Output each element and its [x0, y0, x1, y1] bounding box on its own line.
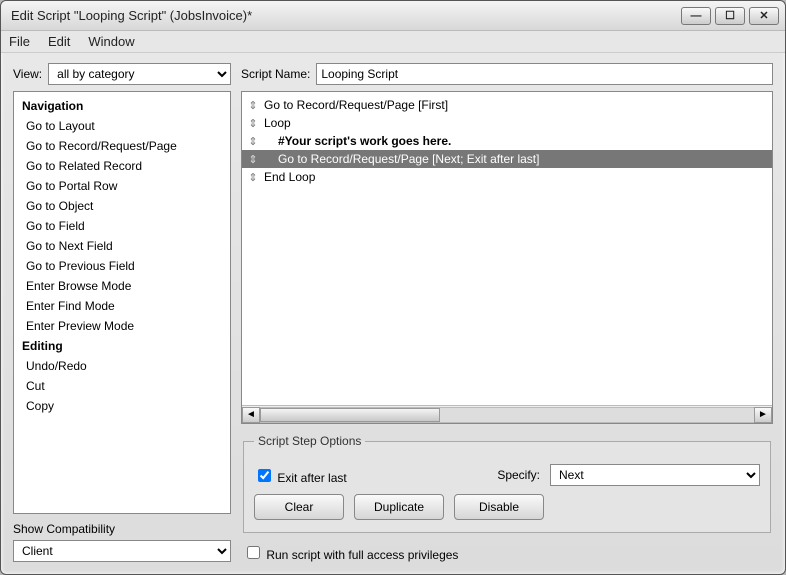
view-row: View: all by category: [13, 63, 231, 85]
drag-grip-icon[interactable]: ⇕: [248, 99, 258, 112]
compat-select[interactable]: Client: [13, 540, 231, 562]
catalog-item[interactable]: Cut: [16, 376, 228, 396]
disable-button[interactable]: Disable: [454, 494, 544, 520]
left-column: View: all by category NavigationGo to La…: [13, 63, 231, 562]
close-icon: ✕: [759, 9, 768, 22]
catalog-item[interactable]: Copy: [16, 396, 228, 416]
exit-after-last-label-wrap[interactable]: Exit after last: [254, 466, 347, 485]
catalog-item[interactable]: Go to Previous Field: [16, 256, 228, 276]
catalog-item[interactable]: Go to Portal Row: [16, 176, 228, 196]
drag-grip-icon[interactable]: ⇕: [248, 135, 258, 148]
scroll-thumb[interactable]: [260, 408, 440, 422]
script-step-text: Go to Record/Request/Page [First]: [264, 98, 448, 112]
scroll-track[interactable]: [260, 407, 754, 423]
full-access-label: Run script with full access privileges: [266, 548, 458, 562]
catalog-item[interactable]: Go to Object: [16, 196, 228, 216]
catalog-item[interactable]: Enter Find Mode: [16, 296, 228, 316]
horizontal-scrollbar[interactable]: ◄ ►: [242, 405, 772, 423]
catalog-item[interactable]: Go to Record/Request/Page: [16, 136, 228, 156]
duplicate-button[interactable]: Duplicate: [354, 494, 444, 520]
catalog-category: Navigation: [16, 96, 228, 116]
menubar: File Edit Window: [1, 31, 785, 53]
content-area: View: all by category NavigationGo to La…: [1, 53, 785, 574]
script-step-text: #Your script's work goes here.: [264, 134, 451, 148]
view-label: View:: [13, 67, 42, 81]
catalog-item[interactable]: Go to Field: [16, 216, 228, 236]
edit-script-window: Edit Script "Looping Script" (JobsInvoic…: [0, 0, 786, 575]
catalog-item[interactable]: Enter Browse Mode: [16, 276, 228, 296]
script-name-input[interactable]: [316, 63, 773, 85]
script-step-text: Loop: [264, 116, 291, 130]
menu-edit[interactable]: Edit: [48, 34, 70, 49]
script-step-options: Script Step Options Exit after last Spec…: [243, 434, 771, 533]
compatibility-section: Show Compatibility Client: [13, 522, 231, 562]
scroll-left-button[interactable]: ◄: [242, 407, 260, 423]
catalog-category: Editing: [16, 336, 228, 356]
script-step[interactable]: ⇕ End Loop: [242, 168, 772, 186]
script-step[interactable]: ⇕ #Your script's work goes here.: [242, 132, 772, 150]
right-column: Script Name: ⇕ Go to Record/Request/Page …: [241, 63, 773, 562]
menu-window[interactable]: Window: [88, 34, 134, 49]
script-step-text: Go to Record/Request/Page [Next; Exit af…: [264, 152, 539, 166]
maximize-button[interactable]: ☐: [715, 7, 745, 25]
maximize-icon: ☐: [725, 9, 735, 22]
clear-button[interactable]: Clear: [254, 494, 344, 520]
full-access-label-wrap[interactable]: Run script with full access privileges: [243, 543, 458, 562]
options-row-1: Exit after last Specify: Next: [254, 464, 760, 486]
catalog-item[interactable]: Go to Layout: [16, 116, 228, 136]
drag-grip-icon[interactable]: ⇕: [248, 117, 258, 130]
script-steps-box: ⇕Go to Record/Request/Page [First]⇕Loop⇕…: [241, 91, 773, 424]
options-row-2: Clear Duplicate Disable: [254, 494, 760, 520]
specify-label: Specify:: [497, 468, 540, 482]
specify-select[interactable]: Next: [550, 464, 760, 486]
drag-grip-icon[interactable]: ⇕: [248, 153, 258, 166]
catalog-item[interactable]: Enter Preview Mode: [16, 316, 228, 336]
minimize-button[interactable]: —: [681, 7, 711, 25]
full-access-checkbox[interactable]: [247, 546, 260, 559]
scroll-right-button[interactable]: ►: [754, 407, 772, 423]
script-steps-list[interactable]: ⇕Go to Record/Request/Page [First]⇕Loop⇕…: [242, 92, 772, 405]
script-step[interactable]: ⇕ Loop: [242, 114, 772, 132]
titlebar: Edit Script "Looping Script" (JobsInvoic…: [1, 1, 785, 31]
catalog-item[interactable]: Undo/Redo: [16, 356, 228, 376]
script-name-row: Script Name:: [241, 63, 773, 85]
drag-grip-icon[interactable]: ⇕: [248, 171, 258, 184]
minimize-icon: —: [691, 10, 702, 22]
menu-file[interactable]: File: [9, 34, 30, 49]
options-legend: Script Step Options: [254, 434, 365, 448]
script-step-text: End Loop: [264, 170, 315, 184]
window-buttons: — ☐ ✕: [681, 7, 779, 25]
script-step-catalog[interactable]: NavigationGo to LayoutGo to Record/Reque…: [13, 91, 231, 514]
footer-row: Run script with full access privileges: [241, 543, 773, 562]
exit-after-last-label: Exit after last: [277, 471, 346, 485]
close-button[interactable]: ✕: [749, 7, 779, 25]
view-select[interactable]: all by category: [48, 63, 231, 85]
exit-after-last-checkbox[interactable]: [258, 469, 271, 482]
compat-label: Show Compatibility: [13, 522, 231, 536]
catalog-item[interactable]: Go to Related Record: [16, 156, 228, 176]
script-step[interactable]: ⇕ Go to Record/Request/Page [Next; Exit a…: [242, 150, 772, 168]
script-step[interactable]: ⇕ Go to Record/Request/Page [First]: [242, 96, 772, 114]
catalog-item[interactable]: Go to Next Field: [16, 236, 228, 256]
window-title: Edit Script "Looping Script" (JobsInvoic…: [7, 8, 681, 23]
script-name-label: Script Name:: [241, 67, 310, 81]
